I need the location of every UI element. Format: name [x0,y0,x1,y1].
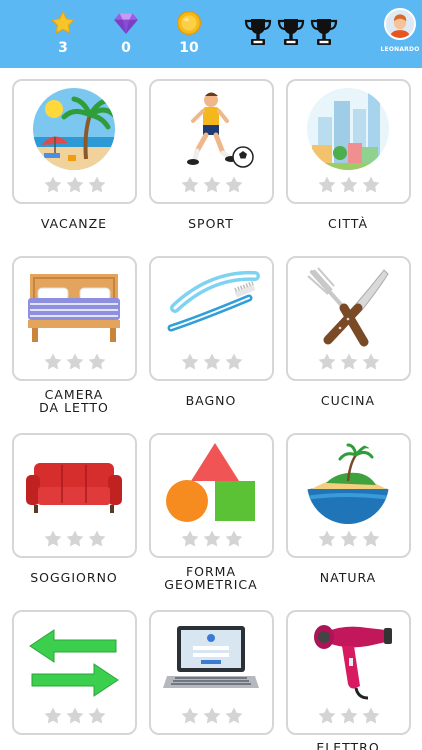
star-empty-icon [318,530,336,547]
star-empty-icon [66,530,84,547]
bed-picture [28,274,120,342]
island-picture [307,442,389,524]
arrows-picture [29,629,119,697]
category-label: CITTÀ [327,216,369,231]
sofa-picture [26,463,122,513]
star-empty-icon [181,530,199,547]
coin-icon [176,10,202,36]
category-card-bagno[interactable] [149,256,274,381]
stars-counter[interactable]: 3 [43,10,83,56]
category-card-citta[interactable] [286,79,411,204]
category-card-soggiorno[interactable] [12,433,137,558]
stars-count: 3 [58,40,68,56]
star-empty-icon [44,176,62,193]
star-empty-icon [44,707,62,724]
star-rating [181,176,243,193]
star-empty-icon [225,530,243,547]
category-card-arrows[interactable] [12,610,137,735]
star-rating [318,353,380,370]
star-empty-icon [203,176,221,193]
star-empty-icon [203,530,221,547]
gems-count: 0 [121,40,131,56]
category-card-vacanze[interactable] [12,79,137,204]
category-grid: VACANZE SPORT CITTÀ CAMERA DA LETTO BAGN… [0,68,422,750]
star-empty-icon [66,707,84,724]
category-card-elettro[interactable] [286,610,411,735]
trophy-icon[interactable] [244,17,272,47]
fork-knife-picture [307,267,389,347]
star-rating [44,530,106,547]
star-empty-icon [88,353,106,370]
star-empty-icon [225,707,243,724]
star-empty-icon [362,176,380,193]
star-empty-icon [88,176,106,193]
gems-counter[interactable]: 0 [106,10,146,56]
star-empty-icon [66,353,84,370]
star-empty-icon [340,707,358,724]
star-empty-icon [362,707,380,724]
star-empty-icon [181,353,199,370]
star-empty-icon [318,176,336,193]
star-empty-icon [362,530,380,547]
category-label: CAMERA DA LETTO [39,387,109,415]
star-empty-icon [340,353,358,370]
category-label: BAGNO [185,393,237,408]
star-empty-icon [318,353,336,370]
star-rating [44,176,106,193]
star-empty-icon [203,353,221,370]
category-card-cucina[interactable] [286,256,411,381]
category-card-natura[interactable] [286,433,411,558]
star-rating [318,530,380,547]
profile-name: LEONARDO [380,46,420,53]
toothbrush-picture [167,270,260,332]
star-rating [181,707,243,724]
star-empty-icon [340,176,358,193]
beach-picture [33,88,115,170]
star-empty-icon [88,707,106,724]
star-empty-icon [203,707,221,724]
city-picture [307,88,389,170]
laptop-picture [163,626,259,688]
star-rating [318,707,380,724]
star-empty-icon [181,176,199,193]
star-rating [44,353,106,370]
category-label: VACANZE [40,216,108,231]
category-label: NATURA [319,570,377,585]
category-card-forma-geometrica[interactable] [149,433,274,558]
category-label: FORMA GEOMETRICA [164,564,258,592]
star-empty-icon [362,353,380,370]
star-empty-icon [88,530,106,547]
star-empty-icon [318,707,336,724]
star-empty-icon [181,707,199,724]
category-label: ELETTRO [316,740,380,750]
trophy-icon[interactable] [277,17,305,47]
star-icon [50,10,76,34]
category-label: CUCINA [320,393,376,408]
soccer-player-picture [187,92,254,168]
category-card-laptop[interactable] [149,610,274,735]
star-empty-icon [44,530,62,547]
category-label: SPORT [188,216,234,231]
avatar-icon [384,8,416,40]
star-empty-icon [44,353,62,370]
category-label: SOGGIORNO [30,570,118,585]
hairdryer-picture [314,625,392,700]
star-empty-icon [225,176,243,193]
category-card-camera-da-letto[interactable] [12,256,137,381]
diamond-icon [114,13,138,34]
category-card-sport[interactable] [149,79,274,204]
star-rating [181,530,243,547]
coins-count: 10 [179,40,199,56]
star-rating [318,176,380,193]
coins-counter[interactable]: 10 [169,10,209,56]
star-empty-icon [225,353,243,370]
shapes-picture [166,443,255,522]
star-empty-icon [66,176,84,193]
trophy-icon[interactable] [310,17,338,47]
profile-button[interactable]: LEONARDO [378,8,422,54]
top-bar: 3 0 10 LEONARDO [0,0,422,68]
star-rating [181,353,243,370]
star-rating [44,707,106,724]
star-empty-icon [340,530,358,547]
